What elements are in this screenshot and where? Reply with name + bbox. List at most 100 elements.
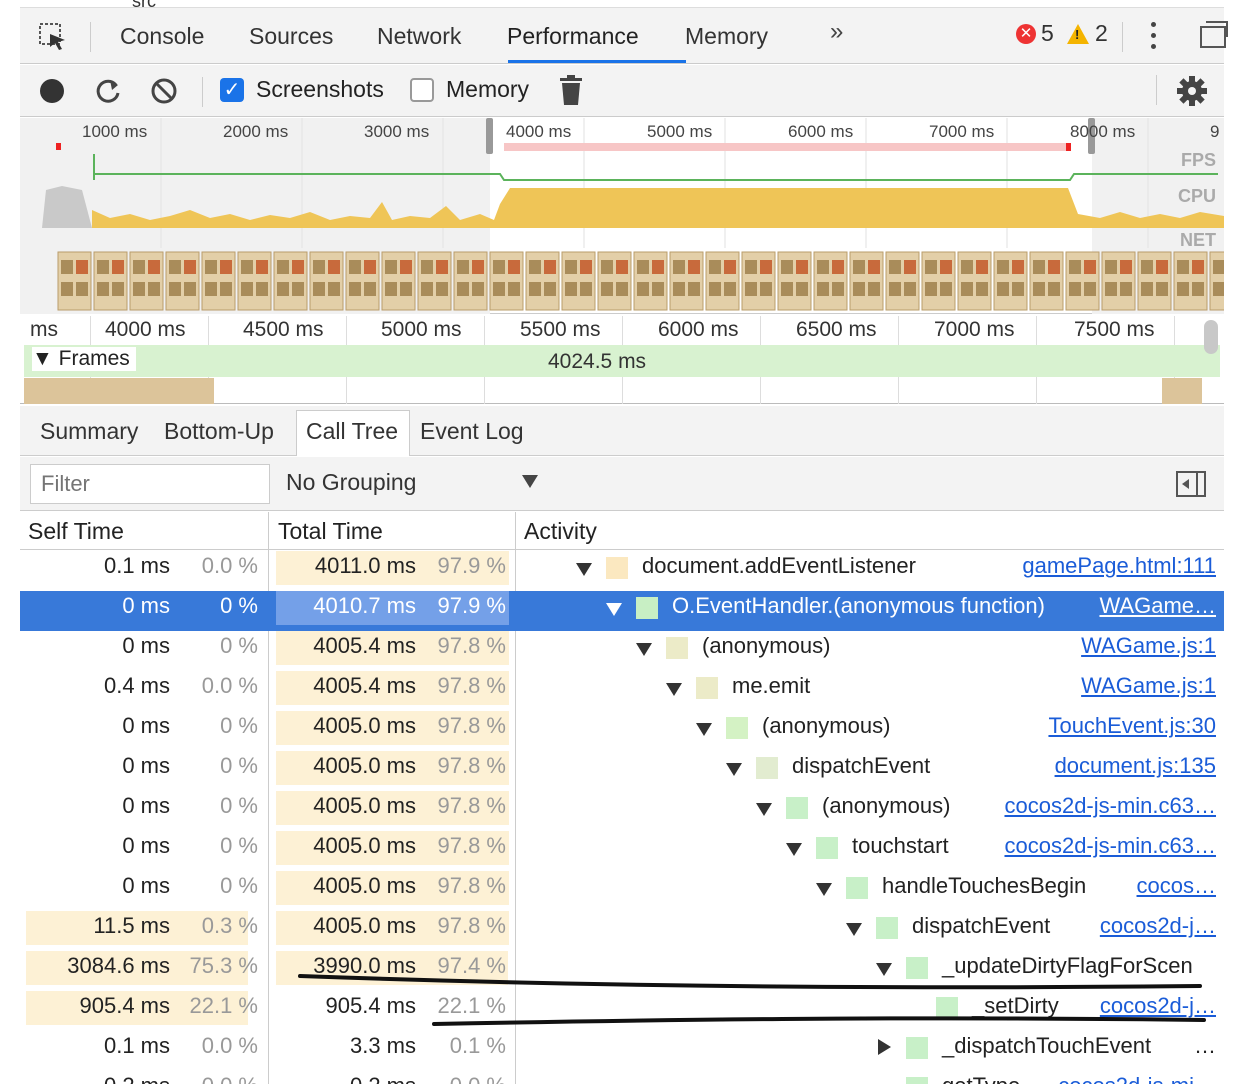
frames-track-header[interactable]: ▼ Frames bbox=[32, 347, 136, 371]
source-link[interactable]: cocos2d-js-min.c63… bbox=[1004, 791, 1216, 821]
memory-checkbox[interactable] bbox=[410, 78, 434, 102]
flame-chart-header[interactable]: ms 4000 ms 4500 ms 5000 ms 5500 ms 6000 … bbox=[20, 316, 1224, 404]
collapse-triangle-icon[interactable] bbox=[576, 563, 592, 576]
more-options-icon[interactable] bbox=[1150, 22, 1158, 52]
total-time-value: 4005.0 ms bbox=[313, 913, 416, 938]
collapse-triangle-icon[interactable] bbox=[636, 643, 652, 656]
more-tabs-chevron-icon[interactable]: » bbox=[830, 18, 843, 46]
dropdown-arrow-icon[interactable] bbox=[522, 475, 538, 488]
error-count[interactable]: 5 bbox=[1041, 20, 1054, 47]
collapse-triangle-icon[interactable] bbox=[696, 723, 712, 736]
gear-icon[interactable] bbox=[1176, 75, 1208, 107]
table-row[interactable]: 0 ms 0 % 4005.0 ms 97.8 % touchstart cocos2d-… bbox=[20, 831, 1224, 871]
table-row[interactable]: 0 ms 0 % 4005.4 ms 97.8 % (anonymous) WAGame.… bbox=[20, 631, 1224, 671]
self-time-percent: 0 % bbox=[220, 713, 258, 738]
table-row[interactable]: 0 ms 0 % 4005.0 ms 97.8 % dispatchEvent docum… bbox=[20, 751, 1224, 791]
collapse-triangle-icon[interactable] bbox=[606, 603, 622, 616]
table-row[interactable]: 0 ms 0 % 4005.0 ms 97.8 % (anonymous) TouchEv… bbox=[20, 711, 1224, 751]
flame-tick: 4000 ms bbox=[105, 318, 186, 341]
collapse-triangle-icon[interactable] bbox=[816, 883, 832, 896]
overview-graph[interactable] bbox=[20, 118, 1224, 314]
screenshot-thumbnail bbox=[345, 251, 380, 311]
screenshot-thumbnail bbox=[201, 251, 236, 311]
collapse-triangle-icon[interactable] bbox=[666, 683, 682, 696]
grouping-select[interactable]: No Grouping bbox=[286, 469, 416, 496]
table-row[interactable]: 905.4 ms 22.1 % 905.4 ms 22.1 % _setDirty coc… bbox=[20, 991, 1224, 1031]
table-row[interactable]: 0.1 ms 0.0 % 4011.0 ms 97.9 % document.addEv… bbox=[20, 551, 1224, 591]
tab-console[interactable]: Console bbox=[120, 18, 204, 64]
tab-sources[interactable]: Sources bbox=[249, 18, 333, 64]
source-link[interactable]: cocos2d-j… bbox=[1100, 911, 1216, 941]
timeline-overview[interactable]: 1000 ms 2000 ms 3000 ms 4000 ms 5000 ms … bbox=[20, 118, 1224, 314]
table-row[interactable]: 3084.6 ms 75.3 % 3990.0 ms 97.4 % _updateDir… bbox=[20, 951, 1224, 991]
collapse-triangle-icon[interactable] bbox=[786, 843, 802, 856]
collapse-triangle-icon[interactable] bbox=[876, 963, 892, 976]
error-icon[interactable]: ✕ bbox=[1016, 24, 1036, 44]
tab-event-log[interactable]: Event Log bbox=[420, 418, 524, 445]
source-link[interactable]: WAGame.js:1 bbox=[1081, 631, 1216, 661]
function-name: (anonymous) bbox=[762, 713, 891, 738]
activity-column-header[interactable]: Activity bbox=[524, 518, 597, 545]
clear-icon[interactable] bbox=[150, 77, 178, 105]
inspect-element-icon[interactable] bbox=[38, 22, 68, 52]
toolbar-separator bbox=[90, 22, 91, 52]
table-header: Self Time Total Time Activity bbox=[20, 512, 1224, 550]
screenshot-thumbnail bbox=[129, 251, 164, 311]
frame-duration: 4024.5 ms bbox=[548, 350, 647, 373]
dock-side-icon[interactable] bbox=[1200, 21, 1228, 48]
source-link[interactable]: cocos2d-js-min.c63… bbox=[1004, 831, 1216, 861]
warning-count[interactable]: 2 bbox=[1095, 20, 1108, 47]
screenshot-thumbnail bbox=[561, 251, 596, 311]
tab-summary[interactable]: Summary bbox=[40, 418, 138, 445]
source-link[interactable]: TouchEvent.js:30 bbox=[1048, 711, 1216, 741]
source-link[interactable]: … bbox=[1194, 1031, 1216, 1061]
table-row[interactable]: 0 ms 0 % 4005.0 ms 97.8 % handleTouchesBegin… bbox=[20, 871, 1224, 911]
collapse-triangle-icon[interactable]: ▼ bbox=[32, 347, 59, 370]
source-link[interactable]: document.js:135 bbox=[1055, 751, 1216, 781]
table-row[interactable]: 0 ms 0 % 4005.0 ms 97.8 % (anonymous) cocos2d… bbox=[20, 791, 1224, 831]
source-link[interactable]: cocos… bbox=[1137, 871, 1216, 901]
table-row[interactable]: 0.2 ms 0.0 % 0.2 ms 0.0 % getType cocos2d-js-… bbox=[20, 1071, 1224, 1084]
source-link[interactable]: cocos2d-js-mi… bbox=[1058, 1071, 1216, 1084]
self-time-value: 3084.6 ms bbox=[67, 953, 170, 978]
flame-scrollbar[interactable] bbox=[1204, 320, 1218, 354]
trash-icon[interactable] bbox=[560, 75, 582, 105]
collapse-triangle-icon[interactable] bbox=[846, 923, 862, 936]
source-link[interactable]: WAGame.js:1 bbox=[1081, 671, 1216, 701]
table-row[interactable]: 0.1 ms 0.0 % 3.3 ms 0.1 % _dispatchTouchEven… bbox=[20, 1031, 1224, 1071]
tab-memory[interactable]: Memory bbox=[685, 18, 768, 64]
function-name: me.emit bbox=[732, 673, 811, 698]
warning-icon[interactable]: ! bbox=[1067, 24, 1089, 44]
tab-network[interactable]: Network bbox=[377, 18, 461, 64]
tab-bottom-up[interactable]: Bottom-Up bbox=[164, 418, 274, 445]
collapse-triangle-icon[interactable] bbox=[756, 803, 772, 816]
total-time-column-header[interactable]: Total Time bbox=[278, 518, 383, 545]
total-time-value: 4005.4 ms bbox=[313, 633, 416, 658]
overview-tick: 3000 ms bbox=[364, 122, 430, 141]
source-link[interactable]: WAGame… bbox=[1099, 591, 1216, 621]
selection-handle-left[interactable] bbox=[486, 118, 493, 154]
screenshots-label: Screenshots bbox=[256, 76, 384, 102]
expand-triangle-icon[interactable] bbox=[878, 1039, 891, 1055]
screenshot-thumbnail bbox=[849, 251, 884, 311]
tab-performance[interactable]: Performance bbox=[507, 18, 639, 64]
table-row[interactable]: 11.5 ms 0.3 % 4005.0 ms 97.8 % dispatchEvent… bbox=[20, 911, 1224, 951]
collapse-triangle-icon[interactable] bbox=[726, 763, 742, 776]
screenshot-thumbnail bbox=[993, 251, 1028, 311]
screenshot-thumbnail bbox=[1209, 251, 1224, 311]
show-heaviest-stack-icon[interactable] bbox=[1176, 471, 1206, 497]
source-link[interactable]: gamePage.html:111 bbox=[1022, 551, 1216, 581]
reload-profile-icon[interactable] bbox=[94, 77, 122, 105]
record-button[interactable] bbox=[40, 79, 64, 103]
self-time-column-header[interactable]: Self Time bbox=[28, 518, 124, 545]
long-frame-marker bbox=[56, 143, 61, 150]
filter-input[interactable] bbox=[30, 464, 270, 504]
table-row[interactable]: 0.4 ms 0.0 % 4005.4 ms 97.8 % me.emit WAGame.… bbox=[20, 671, 1224, 711]
source-link[interactable]: cocos2d-j… bbox=[1100, 991, 1216, 1021]
total-time-value: 4005.0 ms bbox=[313, 713, 416, 738]
table-row[interactable]: 0 ms 0 % 4010.7 ms 97.9 % O.EventHandler.(an… bbox=[20, 591, 1224, 631]
screenshots-checkbox[interactable]: ✓ bbox=[220, 78, 244, 102]
tab-call-tree[interactable]: Call Tree bbox=[306, 418, 398, 445]
flame-tick: 7500 ms bbox=[1074, 318, 1155, 341]
call-tree-filter-bar: No Grouping bbox=[20, 457, 1224, 511]
